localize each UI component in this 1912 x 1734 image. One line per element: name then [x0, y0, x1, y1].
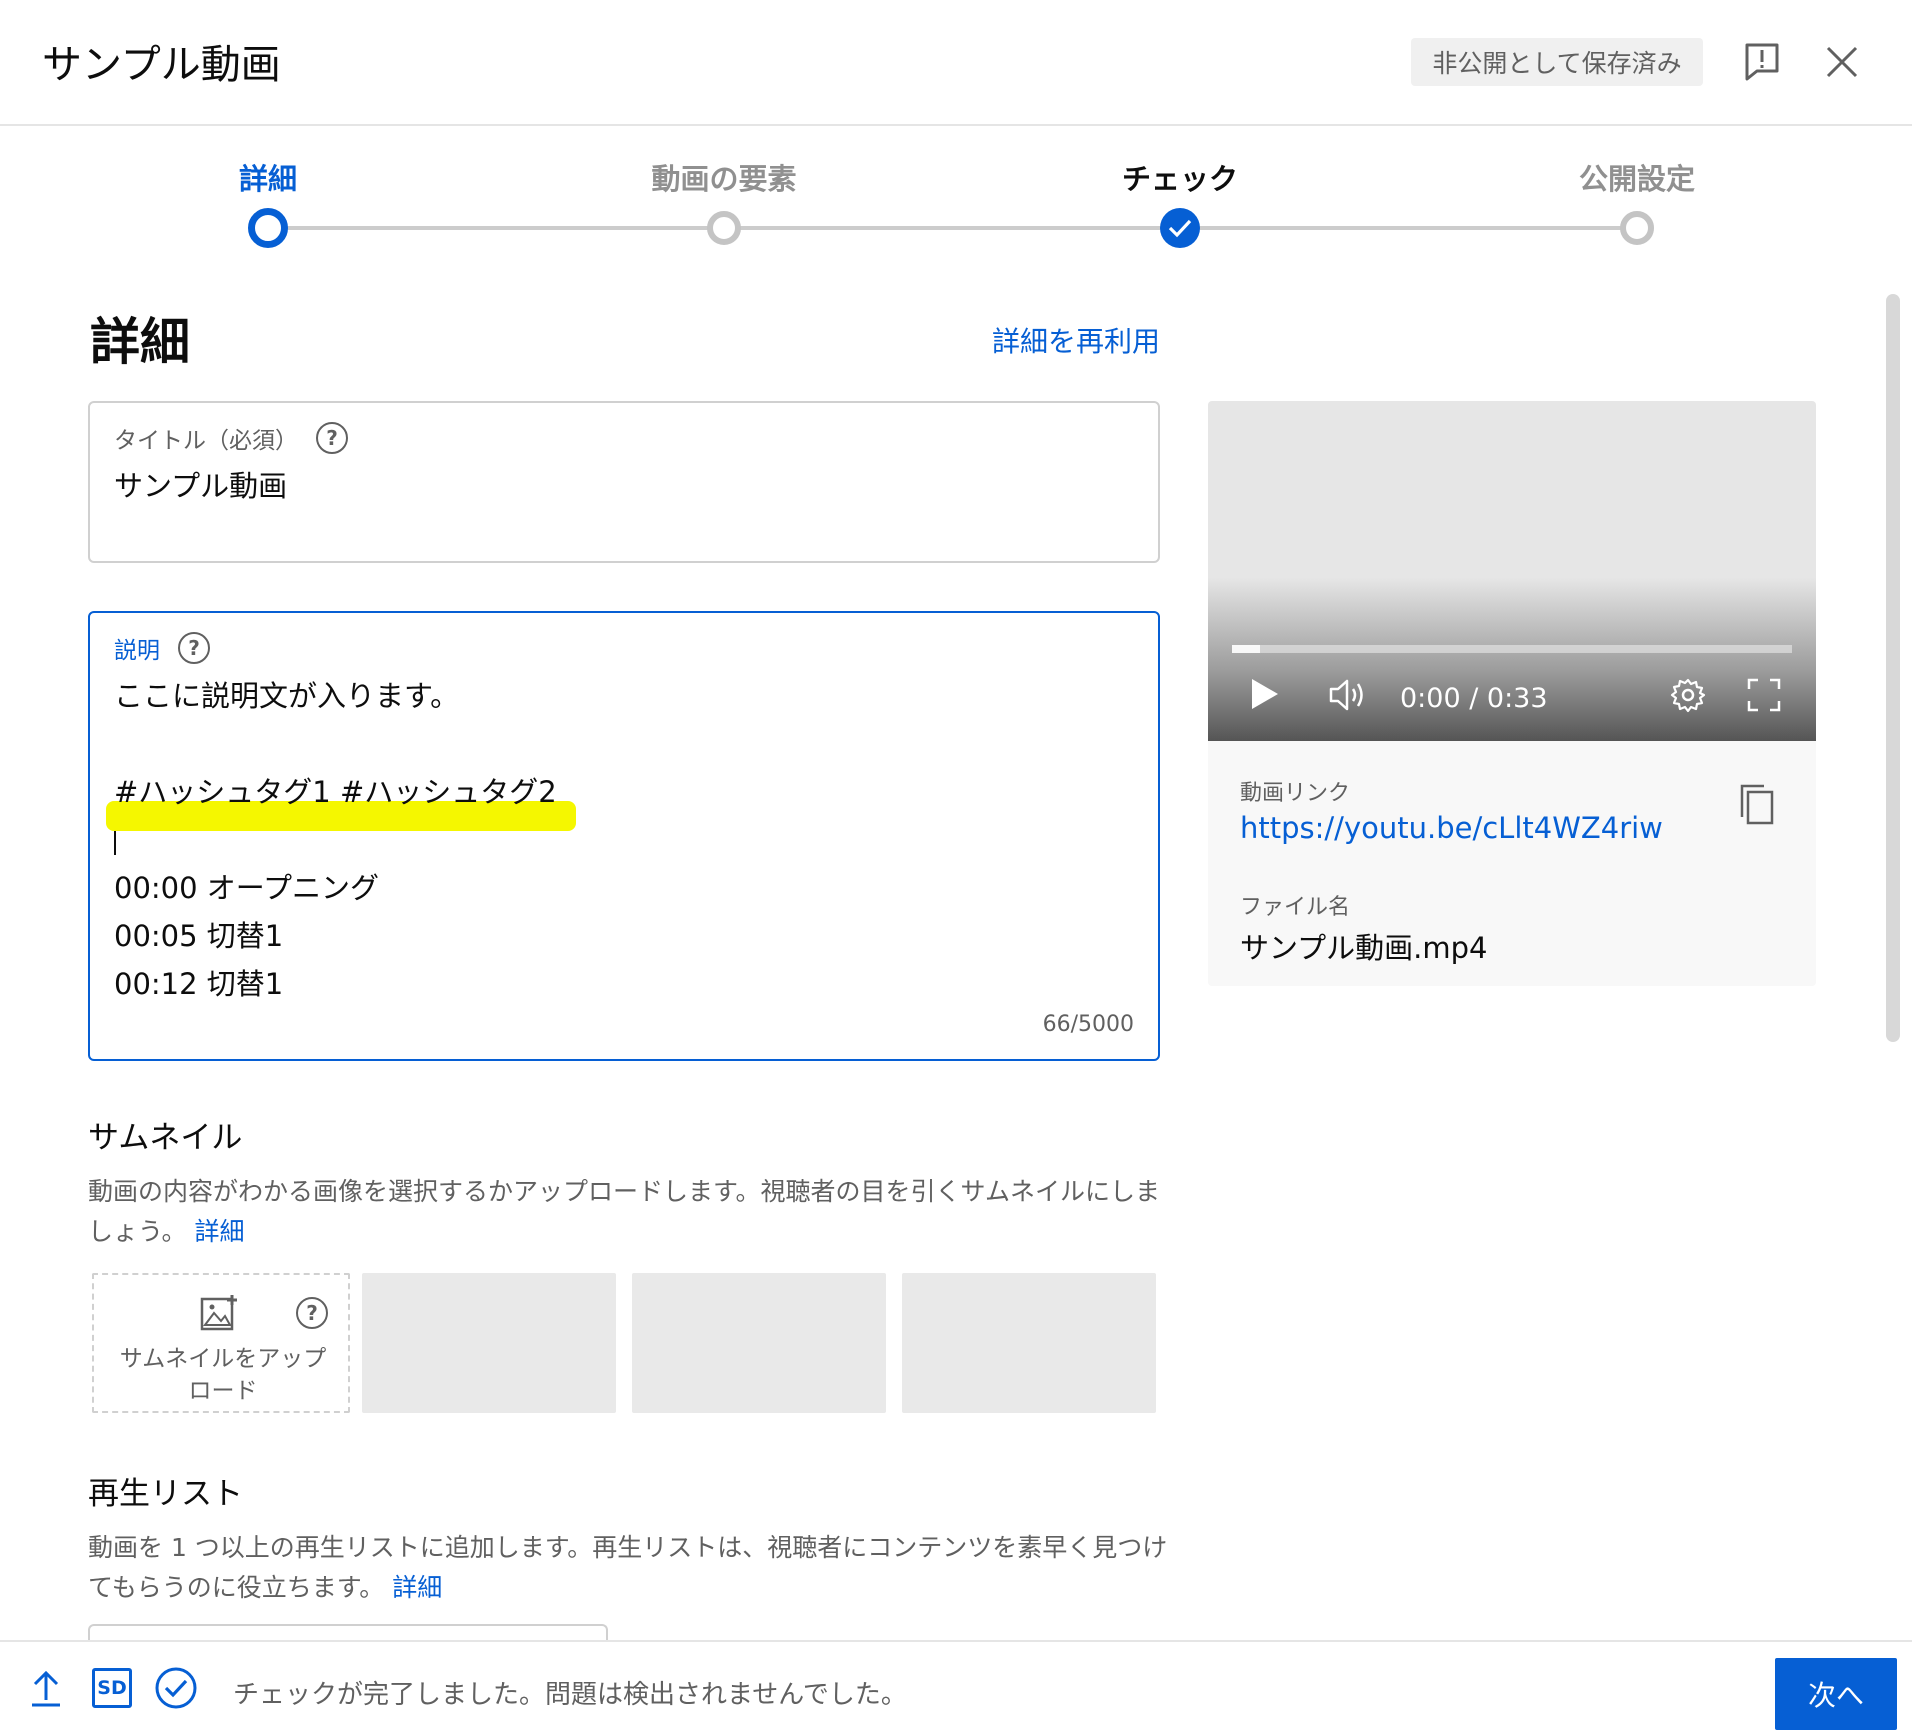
upload-thumbnail-label: サムネイルをアップ ロード	[94, 1343, 352, 1407]
playlist-description: 動画を 1 つ以上の再生リストに追加します。再生リストは、視聴者にコンテンツを素…	[88, 1528, 1168, 1608]
playlist-learn-more-link[interactable]: 詳細	[392, 1573, 442, 1602]
auto-thumbnail-option[interactable]	[362, 1273, 616, 1413]
play-icon[interactable]	[1250, 677, 1280, 711]
step-details-dot[interactable]	[248, 208, 288, 248]
thumbnail-description: 動画の内容がわかる画像を選択するかアップロードします。視聴者の目を引くサムネイル…	[88, 1172, 1168, 1252]
title-input[interactable]: サンプル動画	[114, 463, 287, 505]
settings-gear-icon[interactable]	[1670, 677, 1706, 713]
thumbnail-heading: サムネイル	[88, 1120, 243, 1156]
checks-status-text: チェックが完了しました。問題は検出されませんでした。	[233, 1680, 907, 1710]
description-line: 00:00 オープニング	[114, 871, 380, 905]
reuse-details-link[interactable]: 詳細を再利用	[992, 320, 1160, 360]
step-details-label[interactable]: 詳細	[239, 156, 297, 198]
video-progress-fill	[1232, 645, 1260, 653]
video-link-url[interactable]: https://youtu.be/cLlt4WZ4riw	[1240, 811, 1663, 845]
copy-icon[interactable]	[1738, 783, 1776, 831]
upload-thumbnail-button[interactable]: ? サムネイルをアップ ロード	[92, 1273, 350, 1413]
volume-icon[interactable]	[1328, 677, 1368, 713]
description-field-label: 説明	[114, 638, 160, 664]
dialog-title: サンプル動画	[42, 42, 281, 88]
video-preview-card: 0:00 / 0:33 動画リンク https://youtu.be/cLlt4…	[1208, 401, 1816, 986]
video-player[interactable]: 0:00 / 0:33	[1208, 401, 1816, 741]
close-icon[interactable]	[1818, 38, 1866, 86]
auto-thumbnail-option[interactable]	[632, 1273, 886, 1413]
playlist-description-text: 動画を 1 つ以上の再生リストに追加します。再生リストは、視聴者にコンテンツを素…	[88, 1533, 1168, 1602]
description-line: ここに説明文が入ります。	[114, 679, 460, 713]
title-field-label-row: タイトル（必須） ?	[114, 421, 348, 455]
report-feedback-icon[interactable]	[1738, 38, 1786, 86]
filename-value: サンプル動画.mp4	[1240, 931, 1488, 965]
video-link-label: 動画リンク	[1240, 781, 1351, 806]
dialog-header: サンプル動画 非公開として保存済み	[0, 0, 1912, 126]
sd-quality-icon[interactable]: SD	[92, 1668, 132, 1708]
step-visibility-label[interactable]: 公開設定	[1579, 156, 1695, 198]
thumbnail-learn-more-link[interactable]: 詳細	[194, 1217, 244, 1246]
description-line: 00:05 切替1	[114, 919, 284, 953]
step-elements-dot[interactable]	[707, 211, 741, 245]
next-button[interactable]: 次へ	[1775, 1658, 1897, 1730]
checkmark-icon	[1168, 219, 1192, 238]
description-line: 00:12 切替1	[114, 967, 284, 1001]
video-time: 0:00 / 0:33	[1400, 683, 1548, 714]
add-image-icon	[200, 1295, 237, 1331]
description-line: #ハッシュタグ1 #ハッシュタグ2	[114, 775, 557, 809]
title-field[interactable]: タイトル（必須） ? サンプル動画	[88, 401, 1160, 563]
step-elements-label[interactable]: 動画の要素	[651, 156, 796, 198]
step-visibility-dot[interactable]	[1620, 211, 1654, 245]
upload-thumbnail-label-line: サムネイルをアップ	[119, 1346, 327, 1372]
section-title: 詳細	[90, 313, 190, 371]
upload-thumbnail-label-line: ロード	[188, 1378, 258, 1404]
upload-arrow-icon[interactable]	[28, 1668, 64, 1708]
help-icon[interactable]: ?	[178, 632, 210, 664]
stepper-track	[268, 226, 1637, 230]
text-caret	[114, 831, 116, 855]
auto-thumbnail-option[interactable]	[902, 1273, 1156, 1413]
help-icon[interactable]: ?	[316, 422, 348, 454]
video-progress-bar[interactable]	[1232, 645, 1792, 653]
description-field-label-row: 説明 ?	[114, 631, 210, 665]
check-circle-icon[interactable]	[154, 1666, 198, 1710]
description-field[interactable]: 説明 ? ここに説明文が入ります。 #ハッシュタグ1 #ハッシュタグ2 00:0…	[88, 611, 1160, 1061]
fullscreen-icon[interactable]	[1746, 677, 1782, 713]
filename-label: ファイル名	[1240, 895, 1351, 920]
upload-stepper: 詳細 動画の要素 チェック 公開設定	[0, 126, 1912, 256]
character-counter: 66/5000	[1042, 1012, 1134, 1037]
saved-status-badge: 非公開として保存済み	[1411, 38, 1703, 86]
dialog-footer: SD チェックが完了しました。問題は検出されませんでした。 次へ	[0, 1640, 1912, 1734]
thumbnail-description-text: 動画の内容がわかる画像を選択するかアップロードします。視聴者の目を引くサムネイル…	[88, 1177, 1161, 1246]
video-info: 動画リンク https://youtu.be/cLlt4WZ4riw ファイル名…	[1208, 741, 1816, 986]
step-checks-dot[interactable]	[1160, 208, 1200, 248]
help-icon[interactable]: ?	[296, 1297, 328, 1329]
title-field-label: タイトル（必須）	[114, 428, 298, 454]
playlist-heading: 再生リスト	[88, 1476, 243, 1512]
step-checks-label[interactable]: チェック	[1122, 156, 1238, 198]
scrollbar-thumb[interactable]	[1886, 294, 1900, 1042]
